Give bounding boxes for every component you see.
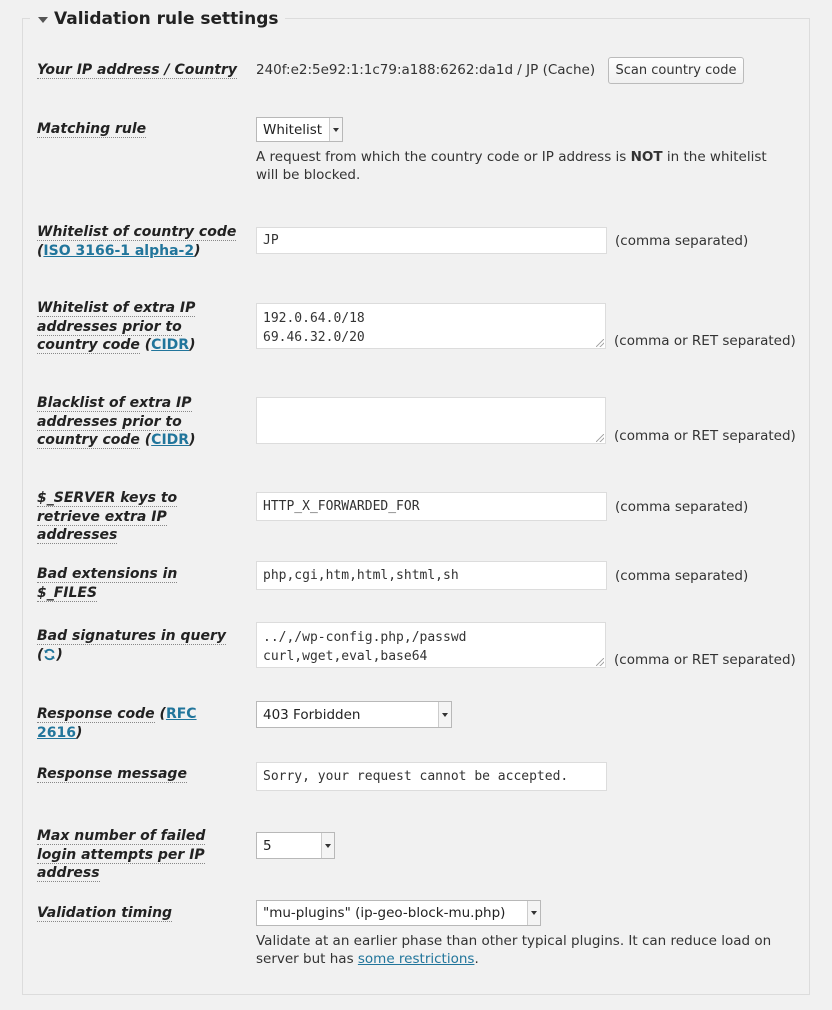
not-emphasis: NOT (630, 149, 663, 165)
validation-timing-select[interactable]: "mu-plugins" (ip-geo-block-mu.php) (256, 900, 541, 926)
blacklist-ip-label: Blacklist of extra IP addresses prior to… (37, 395, 196, 449)
section-title: Validation rule settings (54, 9, 279, 29)
matching-rule-select[interactable]: Whitelist (256, 117, 343, 142)
chevron-down-icon (329, 118, 342, 141)
bad-extensions-input[interactable]: php,cgi,htm,html,shtml,sh (256, 561, 607, 590)
whitelist-country-label: Whitelist of country code (ISO 3166-1 alp… (37, 224, 237, 259)
server-keys-note: (comma separated) (615, 499, 749, 515)
validation-timing-description: Validate at an earlier phase than other … (256, 933, 772, 967)
validation-timing-selected: "mu-plugins" (ip-geo-block-mu.php) (263, 905, 506, 921)
iso-3166-link[interactable]: ISO 3166-1 alpha-2 (43, 243, 194, 259)
cidr-link-blacklist[interactable]: CIDR (151, 432, 189, 448)
bad-signatures-note: (comma or RET separated) (614, 652, 796, 668)
resize-grip-icon[interactable] (596, 658, 604, 666)
section-legend[interactable]: Validation rule settings (30, 7, 285, 31)
bad-signatures-label: Bad signatures in query() (37, 628, 226, 663)
some-restrictions-link[interactable]: some restrictions (358, 951, 475, 967)
resize-grip-icon[interactable] (596, 339, 604, 347)
blacklist-ip-note: (comma or RET separated) (614, 428, 796, 444)
response-message-input[interactable]: Sorry, your request cannot be accepted. (256, 762, 607, 791)
response-message-label: Response message (37, 766, 187, 783)
max-failed-label: Max number of failed login attempts per … (37, 828, 206, 882)
scan-country-code-button[interactable]: Scan country code (608, 57, 744, 84)
bad-extensions-label: Bad extensions in $_FILES (37, 566, 178, 602)
whitelist-ip-note: (comma or RET separated) (614, 333, 796, 349)
cidr-link-whitelist[interactable]: CIDR (151, 337, 189, 353)
bad-extensions-note: (comma separated) (615, 568, 749, 584)
resize-grip-icon[interactable] (596, 434, 604, 442)
whitelist-country-input[interactable]: JP (256, 227, 607, 254)
validation-timing-label: Validation timing (37, 905, 173, 922)
whitelist-ip-value: 192.0.64.0/18 69.46.32.0/20 (263, 311, 365, 345)
chevron-down-icon (438, 702, 451, 727)
refresh-icon[interactable] (43, 648, 56, 661)
blacklist-ip-textarea[interactable] (256, 397, 606, 444)
response-code-label: Response code (RFC 2616) (37, 706, 197, 741)
response-code-select[interactable]: 403 Forbidden (256, 701, 452, 728)
matching-rule-selected: Whitelist (263, 121, 323, 138)
server-keys-label: $_SERVER keys to retrieve extra IP addre… (37, 490, 178, 544)
chevron-down-icon (527, 901, 540, 925)
max-failed-select[interactable]: 5 (256, 832, 335, 859)
whitelist-country-note: (comma separated) (615, 233, 749, 249)
bad-signatures-textarea[interactable]: ../,/wp-config.php,/passwd curl,wget,eva… (256, 622, 606, 668)
collapse-triangle-icon[interactable] (38, 16, 48, 23)
bad-signatures-value: ../,/wp-config.php,/passwd curl,wget,eva… (263, 630, 467, 664)
server-keys-input[interactable]: HTTP_X_FORWARDED_FOR (256, 492, 607, 521)
ip-country-label: Your IP address / Country (37, 62, 238, 79)
max-failed-selected: 5 (263, 837, 272, 854)
whitelist-ip-textarea[interactable]: 192.0.64.0/18 69.46.32.0/20 (256, 303, 606, 349)
matching-rule-label: Matching rule (37, 121, 147, 138)
response-code-selected: 403 Forbidden (263, 706, 361, 723)
matching-rule-description: A request from which the country code or… (256, 149, 767, 183)
chevron-down-icon (321, 833, 334, 858)
ip-country-value: 240f:e2:5e92:1:1c79:a188:6262:da1d / JP … (256, 62, 596, 78)
whitelist-ip-label: Whitelist of extra IP addresses prior to… (37, 300, 196, 354)
